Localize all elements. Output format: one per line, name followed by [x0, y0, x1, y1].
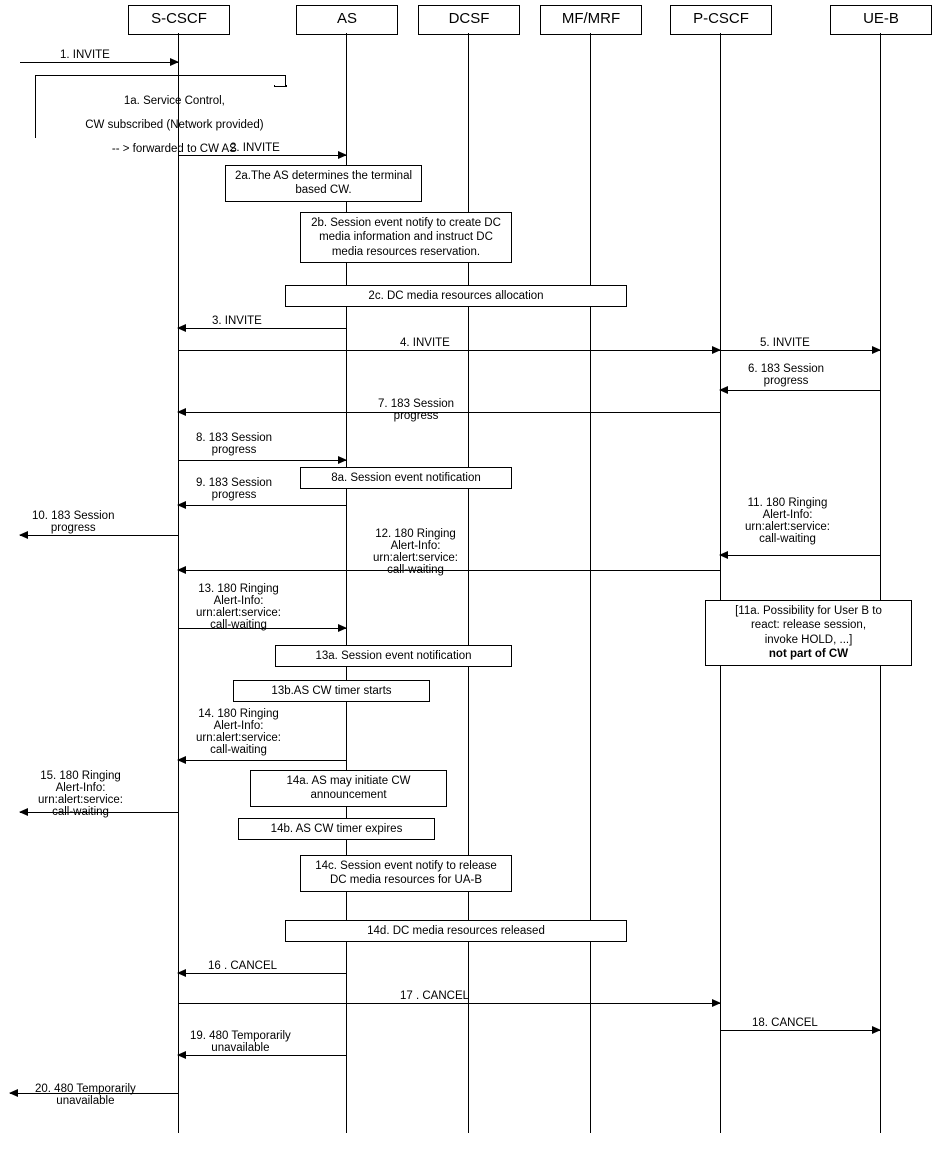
note-14c: 14c. Session event notify to release DC … [300, 855, 512, 892]
lifeline-mfmrf [590, 33, 591, 1133]
msg-12: 12. 180 Ringing Alert-Info: urn:alert:se… [373, 528, 458, 576]
note-8a: 8a. Session event notification [300, 467, 512, 489]
msg-4: 4. INVITE [400, 337, 450, 349]
msg-2: 2. INVITE [230, 142, 280, 154]
note-14b: 14b. AS CW timer expires [238, 818, 435, 840]
participant-mfmrf: MF/MRF [540, 5, 642, 35]
note-1a-l2: CW subscribed (Network provided) [85, 119, 263, 131]
msg-6-line [720, 390, 880, 391]
msg-2-line [178, 155, 346, 156]
note-2c: 2c. DC media resources allocation [285, 285, 627, 307]
note-2a: 2a.The AS determines the terminal based … [225, 165, 422, 202]
note-14a: 14a. AS may initiate CW announcement [250, 770, 447, 807]
participant-as: AS [296, 5, 398, 35]
msg-20: 20. 480 Temporarily unavailable [35, 1083, 136, 1107]
note-1a-l3: -- > forwarded to CW AS [112, 143, 237, 155]
participant-scscf: S-CSCF [128, 5, 230, 35]
note-13b: 13b.AS CW timer starts [233, 680, 430, 702]
participant-dcsf: DCSF [418, 5, 520, 35]
msg-18: 18. CANCEL [752, 1017, 818, 1029]
participant-pcscf: P-CSCF [670, 5, 772, 35]
msg-10-line [20, 535, 178, 536]
msg-3: 3. INVITE [212, 315, 262, 327]
msg-11-line [720, 555, 880, 556]
msg-9-line [178, 505, 346, 506]
note-11a-l3: invoke HOLD, ...] [765, 634, 853, 646]
msg-17: 17 . CANCEL [400, 990, 469, 1002]
msg-5-line [720, 350, 880, 351]
note-1a-l1: 1a. Service Control, [124, 95, 225, 107]
note-13a: 13a. Session event notification [275, 645, 512, 667]
note-14d: 14d. DC media resources released [285, 920, 627, 942]
msg-14-line [178, 760, 346, 761]
msg-8-line [178, 460, 346, 461]
lifeline-scscf [178, 33, 179, 1133]
msg-16-line [178, 973, 346, 974]
lifeline-pcscf [720, 33, 721, 1133]
msg-19-line [178, 1055, 346, 1056]
msg-3-line [178, 328, 346, 329]
msg-6: 6. 183 Session progress [748, 363, 824, 387]
msg-10: 10. 183 Session progress [32, 510, 114, 534]
msg-15: 15. 180 Ringing Alert-Info: urn:alert:se… [38, 770, 123, 818]
msg-18-line [720, 1030, 880, 1031]
participant-ueb: UE-B [830, 5, 932, 35]
msg-14: 14. 180 Ringing Alert-Info: urn:alert:se… [196, 708, 281, 756]
msg-19: 19. 480 Temporarily unavailable [190, 1030, 291, 1054]
note-11a-l4: not part of CW [769, 648, 848, 660]
lifeline-ueb [880, 33, 881, 1133]
note-11a-l2: react: release session, [751, 619, 866, 631]
msg-4-line [178, 350, 720, 351]
lifeline-dcsf [468, 33, 469, 1133]
sequence-diagram: S-CSCF AS DCSF MF/MRF P-CSCF UE-B 1. INV… [0, 0, 940, 1152]
msg-8: 8. 183 Session progress [196, 432, 272, 456]
note-2b: 2b. Session event notify to create DC me… [300, 212, 512, 263]
msg-1-line [20, 62, 178, 63]
msg-1: 1. INVITE [60, 49, 110, 61]
msg-7: 7. 183 Session progress [378, 398, 454, 422]
msg-9: 9. 183 Session progress [196, 477, 272, 501]
msg-11: 11. 180 Ringing Alert-Info: urn:alert:se… [745, 497, 830, 545]
msg-13: 13. 180 Ringing Alert-Info: urn:alert:se… [196, 583, 281, 631]
note-11a: [11a. Possibility for User B to react: r… [705, 600, 912, 666]
msg-5: 5. INVITE [760, 337, 810, 349]
msg-16: 16 . CANCEL [208, 960, 277, 972]
note-11a-l1: [11a. Possibility for User B to [735, 605, 882, 617]
msg-17-line [178, 1003, 720, 1004]
